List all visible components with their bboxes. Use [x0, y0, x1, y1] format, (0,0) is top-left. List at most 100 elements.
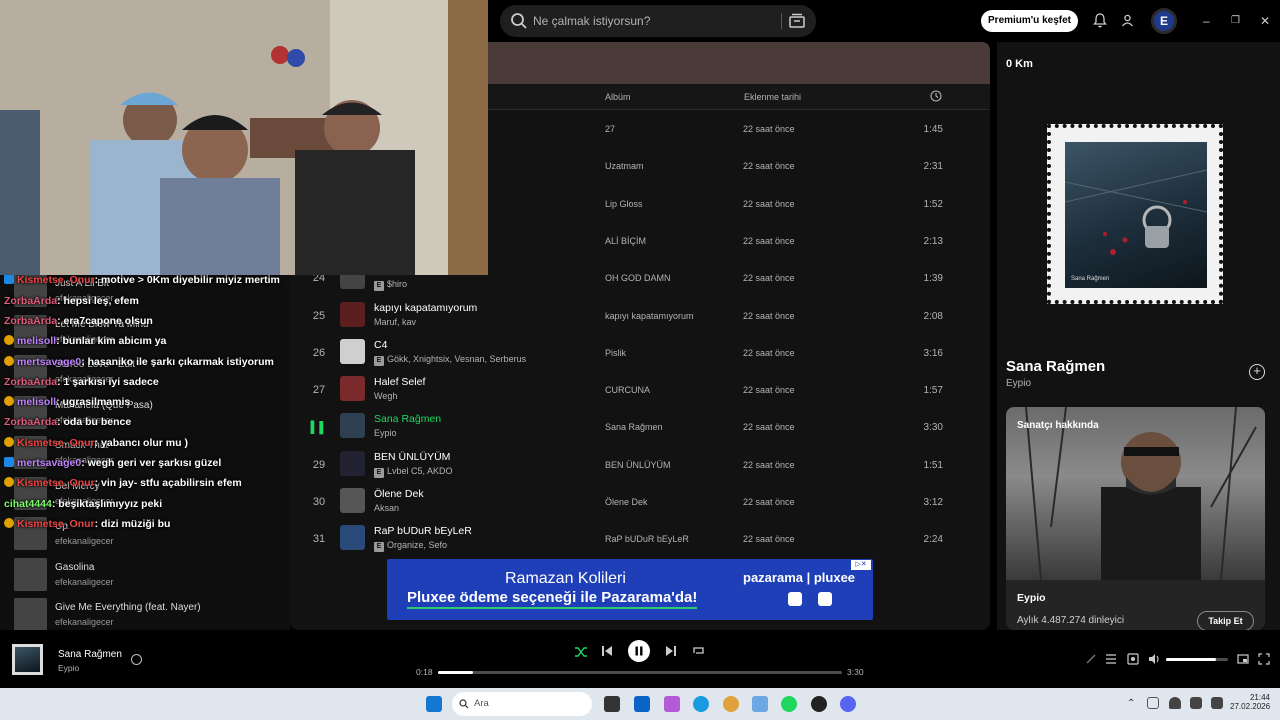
track-artist-names[interactable]: Gökk, Xnightsix, Vesnan, Serberus — [387, 354, 526, 364]
side-playlist-item[interactable]: Give Me Everything (feat. Nayer) efekanal… — [14, 596, 284, 630]
track-title[interactable]: Halef Selef — [374, 376, 425, 388]
clock-icon[interactable] — [930, 90, 942, 102]
chrome-icon[interactable] — [723, 696, 739, 712]
track-title[interactable]: Sana Rağmen — [374, 413, 441, 425]
track-album[interactable]: Pislik — [605, 348, 626, 358]
chat-username[interactable]: mertsavage0 — [17, 457, 81, 469]
track-number[interactable]: 30 — [304, 496, 334, 508]
chat-username[interactable]: melisoll — [17, 335, 56, 347]
taskbar-search-input[interactable]: Ara — [474, 698, 489, 709]
track-artist-names[interactable]: Lvbel C5, AKDO — [387, 466, 453, 476]
volume-icon[interactable] — [1148, 653, 1161, 665]
track-thumbnail[interactable] — [340, 488, 365, 513]
table-row[interactable]: 26 C4 E Gökk, Xnightsix, Vesnan, Serberus Pi… — [290, 335, 990, 372]
track-title[interactable]: C4 — [374, 339, 387, 351]
track-artist-names[interactable]: Organize, Sefo — [387, 540, 447, 550]
task-view-icon[interactable] — [604, 696, 620, 712]
friends-activity-icon[interactable] — [1120, 13, 1135, 28]
next-icon[interactable] — [665, 645, 677, 657]
track-title[interactable]: BEN ÜNLÜYÜM — [374, 451, 450, 463]
track-album[interactable]: Lip Gloss — [605, 199, 643, 209]
add-to-library-button[interactable]: + — [1249, 364, 1265, 380]
player-track-title[interactable]: Sana Rağmen — [58, 649, 122, 660]
pause-button[interactable] — [628, 640, 650, 662]
track-title[interactable]: Ölene Dek — [374, 488, 424, 500]
track-artist[interactable]: E Lvbel C5, AKDO — [374, 466, 453, 478]
track-album[interactable]: Uzatmam — [605, 161, 644, 171]
chat-username[interactable]: Kismetse_Onur — [17, 518, 95, 530]
shuffle-icon[interactable] — [574, 645, 588, 659]
track-artist-names[interactable]: Aksan — [374, 503, 399, 513]
chat-username[interactable]: Kismetse_Onur — [17, 437, 95, 449]
track-album[interactable]: kapıyı kapatamıyorum — [605, 311, 694, 321]
track-artist-names[interactable]: Maruf, kav — [374, 317, 416, 327]
track-number[interactable]: 27 — [304, 384, 334, 396]
repeat-icon[interactable] — [692, 645, 705, 657]
track-title[interactable]: RaP bUDuR bEyLeR — [374, 525, 472, 537]
track-thumbnail[interactable] — [340, 450, 365, 476]
player-album-art[interactable] — [12, 644, 43, 675]
track-artist[interactable]: Maruf, kav — [374, 317, 416, 327]
network-icon[interactable] — [1147, 697, 1159, 709]
close-icon[interactable]: ✕ — [1260, 14, 1270, 28]
chat-username[interactable]: ZorbaArda — [4, 416, 57, 428]
maximize-icon[interactable]: ❐ — [1231, 15, 1240, 26]
added-column-header[interactable]: Eklenme tarihi — [744, 92, 801, 102]
miniplayer-icon[interactable] — [1237, 653, 1249, 665]
microphone-icon[interactable] — [1169, 697, 1181, 709]
taskbar-search[interactable]: Ara — [452, 692, 592, 716]
spotify-icon[interactable] — [781, 696, 797, 712]
add-to-playlist-icon[interactable] — [131, 654, 142, 665]
track-thumbnail[interactable] — [340, 301, 365, 327]
track-title[interactable]: kapıyı kapatamıyorum — [374, 302, 477, 314]
track-artist[interactable]: E Gökk, Xnightsix, Vesnan, Serberus — [374, 354, 526, 366]
artist-card[interactable]: Sanatçı hakkında Eypio Aylık 4.487.274 d… — [1006, 407, 1265, 630]
chat-username[interactable]: Kismetse_Onur — [17, 274, 95, 286]
ad-banner[interactable]: Ramazan Kolileri Pluxee ödeme seçeneği i… — [387, 559, 873, 620]
connect-device-icon[interactable] — [1127, 653, 1139, 665]
speaker-icon[interactable] — [1190, 697, 1202, 709]
track-number[interactable]: 29 — [304, 459, 334, 471]
system-clock[interactable]: 21:44 27.02.2026 — [1230, 693, 1270, 711]
chat-username[interactable]: mertsavage0 — [17, 356, 81, 368]
settings-icon[interactable] — [752, 696, 768, 712]
premium-button[interactable]: Premium'u keşfet — [981, 10, 1078, 32]
track-artist-names[interactable]: Wegh — [374, 391, 397, 401]
browse-icon[interactable] — [788, 12, 806, 30]
progress-bar[interactable] — [438, 671, 842, 674]
table-row[interactable]: 30 Ölene Dek Aksan Ölene Dek 22 saat önce 3:1… — [290, 484, 990, 521]
chat-username[interactable]: ZorbaArda — [4, 315, 57, 327]
track-album[interactable]: Sana Rağmen — [605, 422, 663, 432]
table-row[interactable]: ▍▌ Sana Rağmen Eypio Sana Rağmen 22 saat önc… — [290, 409, 990, 446]
artist-name[interactable]: Eypio — [1017, 592, 1046, 604]
side-playlist-item[interactable]: Gasolina efekanaligecer — [14, 556, 284, 596]
track-number[interactable]: 26 — [304, 347, 334, 359]
track-number[interactable]: 31 — [304, 533, 334, 545]
chat-username[interactable]: cihat4444 — [4, 498, 52, 510]
player-track-artist[interactable]: Eypio — [58, 663, 79, 673]
battery-icon[interactable] — [1211, 697, 1223, 709]
fullscreen-icon[interactable] — [1258, 653, 1270, 665]
track-album[interactable]: OH GOD DAMN — [605, 273, 671, 283]
minimize-icon[interactable]: – — [1203, 14, 1210, 28]
track-thumbnail[interactable] — [340, 376, 365, 402]
track-album[interactable]: CURCUNA — [605, 385, 650, 395]
track-artist[interactable]: E $hiro — [374, 279, 407, 292]
album-column-header[interactable]: Albüm — [605, 92, 631, 102]
track-thumbnail[interactable] — [340, 338, 365, 364]
outlook-icon[interactable] — [634, 696, 650, 712]
follow-button[interactable]: Takip Et — [1197, 611, 1254, 630]
track-artist-names[interactable]: $hiro — [387, 279, 407, 289]
search-input[interactable]: Ne çalmak istiyorsun? — [533, 14, 650, 28]
obs-icon[interactable] — [811, 696, 827, 712]
track-number[interactable]: 25 — [304, 310, 334, 322]
chat-username[interactable]: ZorbaArda — [4, 376, 57, 388]
track-artist[interactable]: E Organize, Sefo — [374, 540, 447, 553]
track-thumbnail[interactable] — [340, 413, 365, 439]
copilot-icon[interactable] — [664, 696, 680, 712]
now-playing-playlist-title[interactable]: 0 Km — [1006, 58, 1033, 70]
discord-icon[interactable] — [840, 696, 856, 712]
track-artist[interactable]: Aksan — [374, 503, 399, 513]
now-playing-bars-icon[interactable]: ▍▌ — [304, 421, 334, 434]
chat-username[interactable]: ZorbaArda — [4, 295, 57, 307]
